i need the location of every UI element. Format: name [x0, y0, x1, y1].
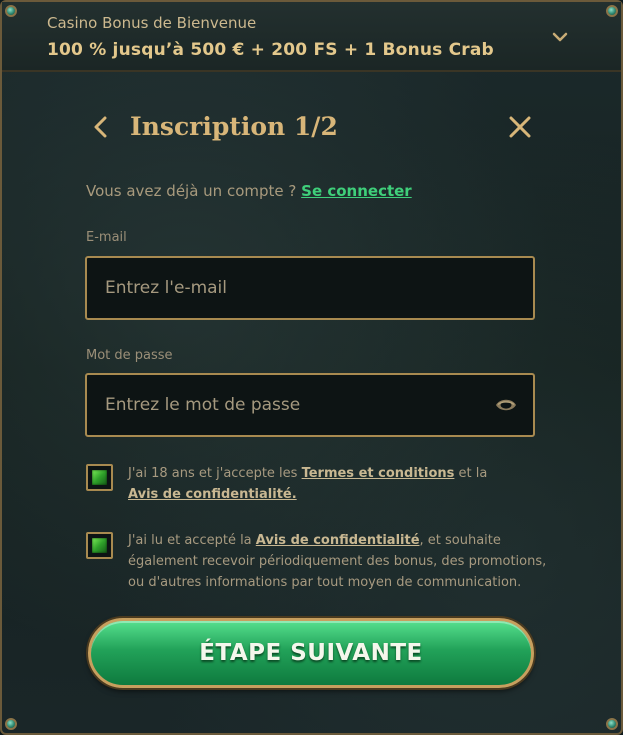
- next-step-label: ÉTAPE SUIVANTE: [199, 640, 423, 666]
- age-terms-checkbox[interactable]: [86, 464, 113, 491]
- age-terms-text-before: J'ai 18 ans et j'accepte les: [128, 466, 302, 481]
- marketing-text-before: J'ai lu et accepté la: [128, 533, 256, 548]
- checkbox-checked-mark: [92, 538, 107, 553]
- welcome-bonus-banner[interactable]: Casino Bonus de Bienvenue 100 % jusqu’à …: [2, 2, 621, 72]
- bonus-title: Casino Bonus de Bienvenue: [47, 14, 257, 32]
- corner-gem: [5, 718, 17, 730]
- password-field-wrapper: [85, 373, 535, 437]
- login-link[interactable]: Se connecter: [301, 182, 412, 200]
- privacy-link-marketing[interactable]: Avis de confidentialité: [256, 533, 420, 548]
- chevron-left-icon[interactable]: [90, 115, 114, 139]
- password-label: Mot de passe: [86, 348, 173, 363]
- marketing-consent-text: J'ai lu et accepté la Avis de confidenti…: [128, 530, 548, 593]
- marketing-consent-checkbox[interactable]: [86, 532, 113, 559]
- corner-gem: [606, 5, 618, 17]
- chevron-down-icon[interactable]: [551, 28, 569, 46]
- privacy-link-age[interactable]: Avis de confidentialité.: [128, 487, 297, 502]
- close-icon[interactable]: [507, 114, 533, 140]
- registration-modal: Casino Bonus de Bienvenue 100 % jusqu’à …: [0, 0, 623, 735]
- form-title: Inscription 1/2: [130, 112, 338, 141]
- corner-gem: [606, 718, 618, 730]
- account-prompt: Vous avez déjà un compte ? Se connecter: [86, 182, 412, 200]
- email-field[interactable]: [87, 258, 533, 318]
- email-label: E-mail: [86, 230, 127, 245]
- account-prompt-text: Vous avez déjà un compte ?: [86, 182, 297, 200]
- age-terms-text: J'ai 18 ans et j'accepte les Termes et c…: [128, 463, 548, 505]
- terms-link[interactable]: Termes et conditions: [302, 466, 455, 481]
- bonus-offer: 100 % jusqu’à 500 € + 200 FS + 1 Bonus C…: [47, 40, 494, 60]
- checkbox-checked-mark: [92, 470, 107, 485]
- corner-gem: [5, 5, 17, 17]
- email-field-wrapper: [85, 256, 535, 320]
- password-field[interactable]: [87, 375, 533, 435]
- age-terms-text-middle: et la: [454, 466, 488, 481]
- eye-icon[interactable]: [495, 396, 517, 414]
- next-step-button[interactable]: ÉTAPE SUIVANTE: [88, 618, 534, 688]
